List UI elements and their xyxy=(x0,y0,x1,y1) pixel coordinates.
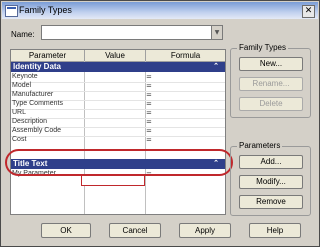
family-types-group: Family Types New... Rename... Delete xyxy=(230,43,311,118)
group-identity-data[interactable]: Identity Data ⌃ xyxy=(11,62,225,72)
collapse-icon[interactable]: ⌃ xyxy=(213,62,219,72)
modify-parameter-button[interactable]: Modify... xyxy=(239,175,303,189)
param-name: Model xyxy=(12,82,32,89)
table-row[interactable]: URL = xyxy=(11,109,225,118)
dialog-icon xyxy=(5,5,18,17)
table-row[interactable]: Cost = xyxy=(11,136,225,145)
new-button[interactable]: New... xyxy=(239,57,303,71)
parameters-legend: Parameters xyxy=(237,141,283,150)
parameters-group: Parameters Add... Modify... Remove xyxy=(230,141,311,216)
name-dropdown[interactable]: ▼ xyxy=(41,25,223,40)
param-name: URL xyxy=(12,109,27,116)
param-name: Cost xyxy=(12,136,27,143)
remove-parameter-button[interactable]: Remove xyxy=(239,195,303,209)
ok-button[interactable]: OK xyxy=(41,223,91,238)
apply-button[interactable]: Apply xyxy=(179,223,231,238)
column-header-value[interactable]: Value xyxy=(85,50,146,62)
param-name: Keynote xyxy=(12,73,38,80)
param-name: Assembly Code xyxy=(12,127,62,134)
formula-cell[interactable]: = xyxy=(146,100,152,108)
title-bar: Family Types ✕ xyxy=(2,2,318,19)
name-label: Name: xyxy=(11,30,35,39)
chevron-down-icon[interactable]: ▼ xyxy=(211,26,222,39)
cancel-button[interactable]: Cancel xyxy=(109,223,161,238)
formula-cell[interactable]: = xyxy=(146,91,152,99)
table-row[interactable]: Model = xyxy=(11,82,225,91)
table-row[interactable]: Description = xyxy=(11,118,225,127)
family-types-dialog: Family Types ✕ Name: ▼ Parameter Value F… xyxy=(0,0,320,247)
parameters-grid: Parameter Value Formula Identity Data ⌃ … xyxy=(10,49,226,215)
table-row[interactable]: Type Comments = xyxy=(11,100,225,109)
formula-cell[interactable]: = xyxy=(146,82,152,90)
formula-cell[interactable]: = xyxy=(146,127,152,135)
column-header-parameter[interactable]: Parameter xyxy=(11,50,85,62)
table-row[interactable]: Manufacturer = xyxy=(11,91,225,100)
add-parameter-button[interactable]: Add... xyxy=(239,155,303,169)
param-name: Type Comments xyxy=(12,100,63,107)
value-cell-editor[interactable] xyxy=(81,175,145,186)
formula-cell[interactable]: = xyxy=(146,118,152,126)
highlight-ellipse xyxy=(5,149,233,176)
formula-cell[interactable]: = xyxy=(146,109,152,117)
delete-button[interactable]: Delete xyxy=(239,97,303,111)
family-types-legend: Family Types xyxy=(237,43,288,52)
help-button[interactable]: Help xyxy=(249,223,301,238)
close-icon[interactable]: ✕ xyxy=(302,5,315,18)
group-title: Identity Data xyxy=(13,62,62,71)
formula-cell[interactable]: = xyxy=(146,136,152,144)
formula-cell[interactable]: = xyxy=(146,73,152,81)
rename-button[interactable]: Rename... xyxy=(239,77,303,91)
table-row[interactable]: Keynote = xyxy=(11,73,225,82)
dialog-title: Family Types xyxy=(19,5,72,15)
table-row[interactable]: Assembly Code = xyxy=(11,127,225,136)
param-name: Description xyxy=(12,118,48,125)
column-header-formula[interactable]: Formula xyxy=(146,50,225,62)
param-name: Manufacturer xyxy=(12,91,54,98)
